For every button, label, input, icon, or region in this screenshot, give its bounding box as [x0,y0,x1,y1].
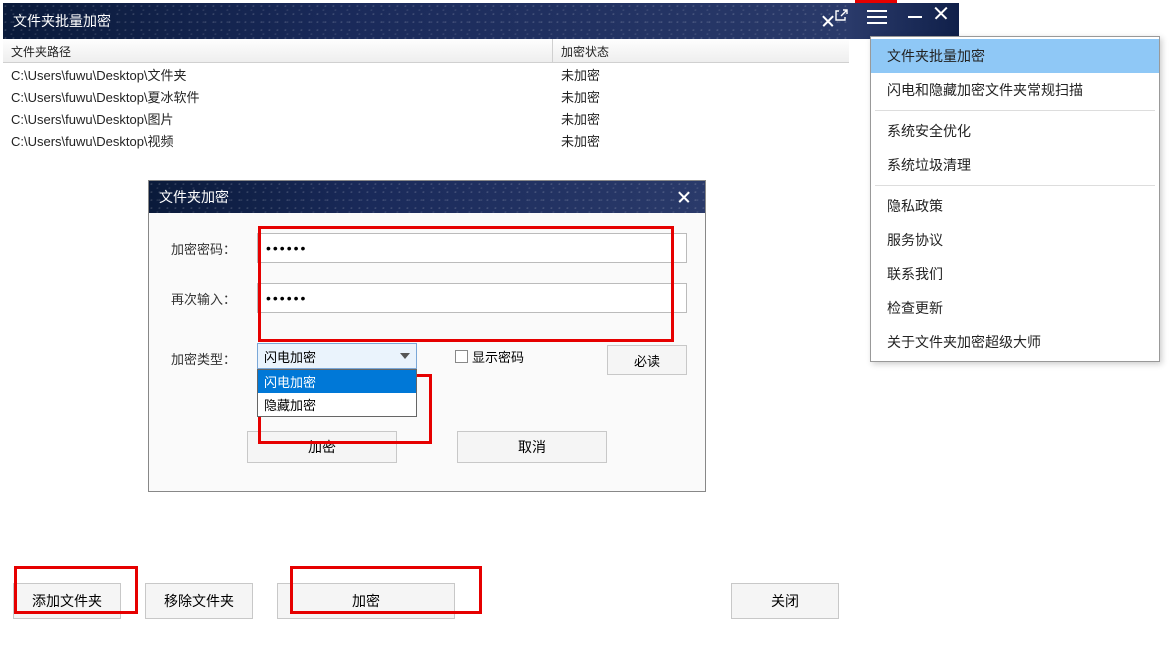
minimize-icon[interactable] [908,16,922,18]
table-row[interactable]: C:\Users\fuwu\Desktop\图片未加密 [3,107,849,129]
table-row[interactable]: C:\Users\fuwu\Desktop\视频未加密 [3,129,849,151]
col-header-status[interactable]: 加密状态 [553,39,849,62]
password-label: 加密密码： [167,239,257,258]
menu-item-terms[interactable]: 服务协议 [871,223,1159,257]
main-title: 文件夹批量加密 [13,11,839,31]
dialog-title: 文件夹加密 [159,187,695,207]
table-row[interactable]: C:\Users\fuwu\Desktop\夏冰软件未加密 [3,85,849,107]
password-again-input[interactable] [257,283,687,313]
dialog-titlebar[interactable]: 文件夹加密 [149,181,705,213]
menu-item-about[interactable]: 关于文件夹加密超级大师 [871,325,1159,359]
close-button[interactable]: 关闭 [731,583,839,619]
hamburger-icon[interactable] [867,10,887,24]
add-folder-button[interactable]: 添加文件夹 [13,583,121,619]
show-password-checkbox[interactable]: 显示密码 [455,347,524,366]
menu-item-contact[interactable]: 联系我们 [871,257,1159,291]
menu-item-security[interactable]: 系统安全优化 [871,114,1159,148]
menu-item-update[interactable]: 检查更新 [871,291,1159,325]
close-icon[interactable] [677,190,691,204]
type-combo[interactable]: 闪电加密 闪电加密 隐藏加密 [257,343,417,369]
menu-item-scan[interactable]: 闪电和隐藏加密文件夹常规扫描 [871,73,1159,107]
type-label: 加密类型： [167,343,257,368]
bottom-bar: 添加文件夹 移除文件夹 加密 关闭 [13,583,839,619]
password-again-label: 再次输入： [167,289,257,308]
encrypt-button[interactable]: 加密 [277,583,455,619]
share-icon[interactable] [832,6,850,24]
menu-item-cleanup[interactable]: 系统垃圾清理 [871,148,1159,182]
columns-header: 文件夹路径 加密状态 [3,39,849,63]
sys-icons [832,6,850,24]
main-titlebar[interactable]: 文件夹批量加密 [3,3,849,39]
menu-item-privacy[interactable]: 隐私政策 [871,189,1159,223]
menu-item-batch-encrypt[interactable]: 文件夹批量加密 [871,39,1159,73]
table-row[interactable]: C:\Users\fuwu\Desktop\文件夹未加密 [3,63,849,85]
dialog-cancel-button[interactable]: 取消 [457,431,607,463]
encrypt-dialog: 文件夹加密 加密密码： 再次输入： 加密类型： 闪电加密 闪电加密 隐藏加密 [148,180,706,492]
combo-option[interactable]: 隐藏加密 [258,393,416,416]
menu-separator [875,110,1155,111]
must-read-button[interactable]: 必读 [607,345,687,375]
col-header-path[interactable]: 文件夹路径 [3,39,553,62]
hamburger-menu: 文件夹批量加密 闪电和隐藏加密文件夹常规扫描 系统安全优化 系统垃圾清理 隐私政… [870,36,1160,362]
password-input[interactable] [257,233,687,263]
remove-folder-button[interactable]: 移除文件夹 [145,583,253,619]
combo-dropdown: 闪电加密 隐藏加密 [257,369,417,417]
dialog-encrypt-button[interactable]: 加密 [247,431,397,463]
chevron-down-icon [400,353,410,359]
combo-option[interactable]: 闪电加密 [258,370,416,393]
checkbox-icon [455,350,468,363]
dialog-body: 加密密码： 再次输入： 加密类型： 闪电加密 闪电加密 隐藏加密 显示密码 [149,213,705,473]
table-body: C:\Users\fuwu\Desktop\文件夹未加密 C:\Users\fu… [3,63,849,151]
window-close-icon[interactable] [932,4,950,22]
combo-selected[interactable]: 闪电加密 [257,343,417,369]
menu-separator [875,185,1155,186]
hamburger-button-wrap [856,0,898,34]
